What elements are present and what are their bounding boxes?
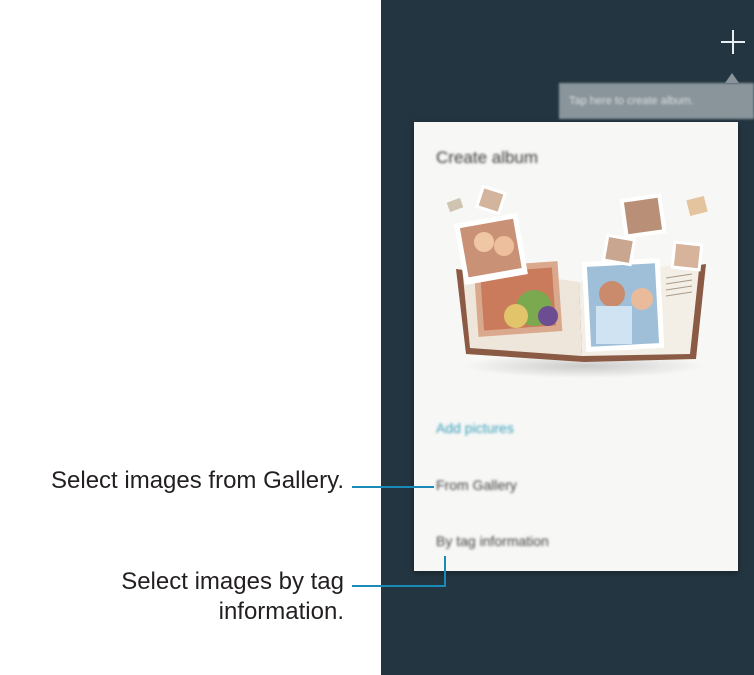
add-pictures-label: Add pictures xyxy=(436,420,514,436)
tooltip: Tap here to create album. xyxy=(559,83,754,119)
create-album-dialog: Create album Add pictures From Gallery B… xyxy=(414,122,738,571)
add-album-button[interactable] xyxy=(716,26,750,60)
callout-line-tag-vertical xyxy=(444,556,446,587)
callout-line-gallery xyxy=(352,486,434,488)
callout-line-tag xyxy=(352,585,446,587)
callout-gallery: Select images from Gallery. xyxy=(51,467,344,494)
tooltip-arrow xyxy=(725,73,739,83)
by-tag-information-option[interactable]: By tag information xyxy=(436,533,549,549)
dialog-title: Create album xyxy=(436,148,539,167)
callout-tag-line2: information. xyxy=(218,598,344,625)
photo-book-illustration xyxy=(446,184,708,378)
page: Tap here to create album. Create album A… xyxy=(0,0,754,675)
from-gallery-option[interactable]: From Gallery xyxy=(436,477,517,493)
callout-tag-line1: Select images by tag xyxy=(121,568,344,595)
